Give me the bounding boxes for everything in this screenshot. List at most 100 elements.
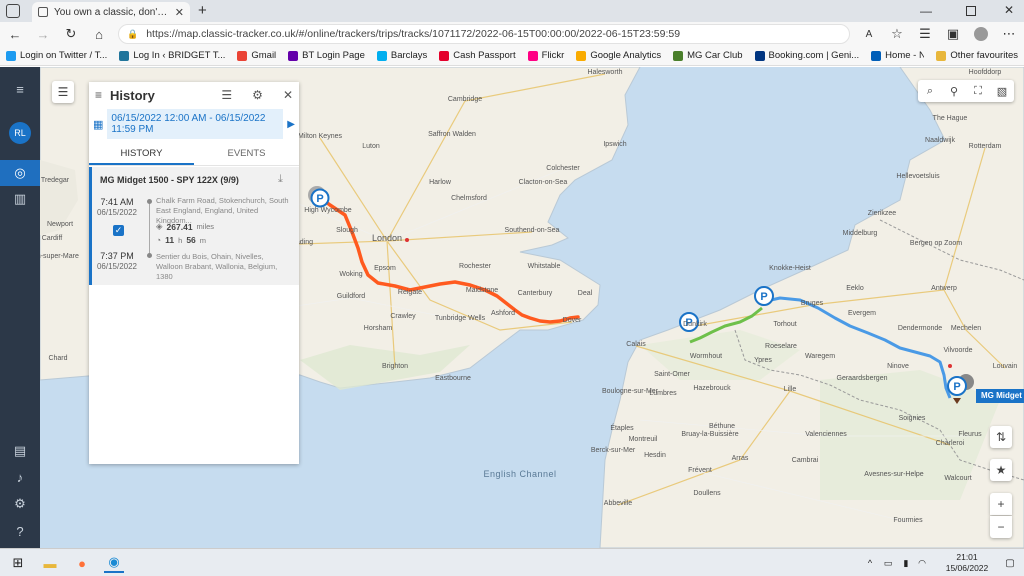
forward-icon[interactable]: → (34, 25, 52, 43)
notifications-icon[interactable]: ▢ (1000, 553, 1020, 573)
timeline-dot-start (147, 199, 152, 204)
close-panel-icon[interactable]: ✕ (283, 88, 293, 102)
list-icon[interactable]: ☰ (221, 88, 232, 102)
collapse-panel-icon[interactable]: ≡ (95, 88, 102, 102)
other-favourites-label: Other favourites (950, 50, 1018, 61)
favourite-item[interactable]: BT Login Page (288, 50, 365, 61)
profile-avatar[interactable] (972, 25, 990, 43)
browser-tab-active[interactable]: You own a classic, don't make it ... ✕ (32, 2, 190, 22)
place-label: Brighton (382, 363, 408, 370)
place-label: Béthune (709, 423, 735, 430)
favourite-icon (754, 50, 765, 61)
maximize-icon[interactable] (966, 6, 976, 16)
place-label: Colchester (546, 165, 580, 172)
chat-icon[interactable]: ▤ (8, 439, 32, 463)
place-label: Chard (48, 355, 67, 362)
help-icon[interactable]: ? (8, 519, 32, 543)
place-label: Naaldwijk (925, 137, 955, 144)
minimize-icon[interactable]: — (920, 4, 932, 18)
map-search-icon[interactable]: ⌕ (918, 80, 942, 102)
system-clock[interactable]: 21:01 15/06/2022 (936, 552, 998, 574)
date-range-selector[interactable]: ▦ 06/15/2022 12:00 AM - 06/15/2022 11:59… (89, 109, 299, 139)
star-button[interactable]: ★ (990, 459, 1012, 481)
place-label: Dendermonde (898, 325, 942, 332)
zoom-out-button[interactable]: − (990, 516, 1012, 538)
favourite-item[interactable]: Home - NHS App (871, 50, 924, 61)
favourite-item[interactable]: Gmail (237, 50, 276, 61)
browser-tab-strip: You own a classic, don't make it ... ✕ +… (0, 0, 1024, 22)
fullscreen-icon[interactable]: ⛶ (966, 80, 990, 102)
settings-gear-icon[interactable]: ⚙ (252, 88, 263, 102)
new-tab-button[interactable]: + (198, 2, 207, 19)
place-label: Weston-super-Mare (40, 253, 79, 260)
favourite-item[interactable]: Booking.com | Geni... (754, 50, 859, 61)
place-label: Hellevoetsluis (896, 173, 940, 180)
favourite-item[interactable]: Google Analytics (576, 50, 661, 61)
tray-chevron-icon[interactable]: ^ (860, 553, 880, 573)
play-icon[interactable]: ▶ (287, 119, 295, 130)
favourite-item[interactable]: Flickr (527, 50, 564, 61)
start-icon[interactable]: ⊞ (8, 553, 28, 573)
tray-display-icon[interactable]: ▭ (878, 553, 898, 573)
home-icon[interactable]: ⌂ (90, 25, 108, 43)
map-pin-icon[interactable]: ⚲ (942, 80, 966, 102)
bell-icon[interactable]: ♪ (8, 465, 32, 489)
zoom-in-button[interactable]: + (990, 493, 1012, 515)
place-label: Lumbres (649, 390, 677, 397)
reports-chart-icon[interactable]: ▥ (8, 187, 32, 211)
other-favourites[interactable]: Other favourites (936, 50, 1018, 61)
trip-start-time: 7:41 AM (100, 197, 134, 207)
svg-text:P: P (953, 381, 960, 393)
trip-checkbox[interactable]: ✓ (113, 225, 124, 236)
refresh-icon[interactable]: ↻ (62, 25, 80, 43)
parking-marker-ostend[interactable]: P (754, 286, 774, 306)
place-label: Étaples (610, 423, 634, 432)
distance-value: 267.41 (166, 221, 193, 232)
close-tab-icon[interactable]: ✕ (175, 6, 184, 19)
user-avatar[interactable]: RL (9, 122, 31, 144)
date-range-text[interactable]: 06/15/2022 12:00 AM - 06/15/2022 11:59 P… (107, 109, 284, 139)
firefox-icon[interactable]: ● (72, 553, 92, 573)
place-label: Harlow (429, 179, 452, 186)
favourite-label: Barclays (390, 50, 428, 61)
clock-time: 21:01 (956, 552, 978, 562)
address-bar[interactable]: 🔒 https://map.classic-tracker.co.uk/#/on… (118, 24, 850, 44)
place-label: Rotterdam (969, 143, 1002, 150)
place-label: Vilvoorde (943, 347, 972, 354)
tab-history[interactable]: HISTORY (89, 142, 194, 165)
read-aloud-icon[interactable]: A (860, 25, 878, 43)
favourite-item[interactable]: Login on Twitter / T... (6, 50, 107, 61)
vehicle-label[interactable]: MG Midget 1 (976, 389, 1024, 403)
map-layers-icon[interactable]: ▧ (990, 80, 1014, 102)
favourite-item[interactable]: Cash Passport (439, 50, 516, 61)
favourite-item[interactable]: Barclays (376, 50, 428, 61)
download-icon[interactable]: ⤓ (278, 173, 283, 186)
trip-card[interactable]: MG Midget 1500 - SPY 122X (9/9) ⤓ 7:41 A… (89, 167, 299, 285)
place-label: Deal (578, 290, 593, 297)
route-toggle-button[interactable]: ⇅ (990, 426, 1012, 448)
clock-date: 15/06/2022 (945, 563, 989, 573)
more-menu-icon[interactable]: ⋯ (1000, 25, 1018, 43)
globe-icon[interactable]: ◎ (8, 161, 32, 185)
place-label: Bergen op Zoom (910, 240, 962, 247)
favorite-star-icon[interactable]: ☆ (888, 25, 906, 43)
favorites-icon[interactable]: ☰ (916, 25, 934, 43)
favourite-icon (237, 50, 248, 61)
favourite-item[interactable]: Log In ‹ BRIDGET T... (119, 50, 225, 61)
collections-icon[interactable]: ▣ (944, 25, 962, 43)
favourite-item[interactable]: MG Car Club (673, 50, 743, 61)
distance-unit: miles (196, 222, 215, 231)
tab-actions-icon[interactable] (6, 4, 20, 18)
back-icon[interactable]: ← (6, 25, 24, 43)
file-explorer-icon[interactable]: ▬ (40, 553, 60, 573)
layers-list-button[interactable]: ☰ (52, 81, 74, 103)
windows-taskbar: ⊞ ▬ ● ◉ ^ ▭ ▮ ◠ 21:01 15/06/2022 ▢ (0, 548, 1024, 576)
wifi-icon[interactable]: ◠ (912, 553, 932, 573)
close-window-icon[interactable]: ✕ (1004, 3, 1014, 17)
edge-icon[interactable]: ◉ (104, 553, 124, 573)
favourite-label: BT Login Page (302, 50, 365, 61)
tab-events[interactable]: EVENTS (194, 142, 299, 165)
gear-icon[interactable]: ⚙ (8, 492, 32, 516)
collapse-menu-icon[interactable]: ≡ (8, 77, 32, 101)
trip-end-date: 06/15/2022 (96, 262, 138, 271)
